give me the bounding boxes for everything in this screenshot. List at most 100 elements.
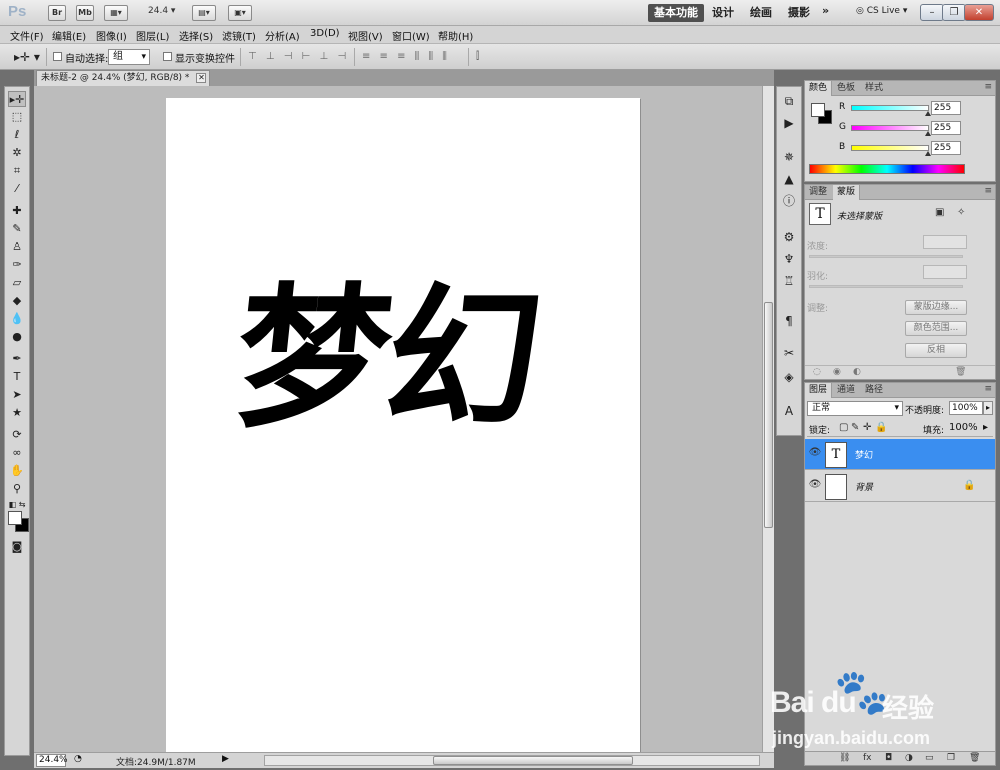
zoom-tool-icon[interactable]: ⚲ xyxy=(8,481,26,497)
more-workspaces-icon[interactable]: » xyxy=(816,4,835,22)
lock-position-icon[interactable]: ✛ xyxy=(863,422,871,433)
workspace-painting[interactable]: 绘画 xyxy=(744,4,778,22)
character-panel-icon[interactable]: A xyxy=(781,403,797,419)
tab-styles[interactable]: 样式 xyxy=(861,81,887,96)
canvas-text-layer[interactable]: 梦幻 xyxy=(226,234,549,457)
lock-all-icon[interactable]: 🔒 xyxy=(875,422,887,433)
magic-wand-tool-icon[interactable]: ✲ xyxy=(8,145,26,161)
actions-panel-icon[interactable]: ▶ xyxy=(781,115,797,131)
blend-mode-select[interactable]: 正常 xyxy=(807,401,903,416)
scrollbar-thumb[interactable] xyxy=(764,302,773,528)
foreground-color-swatch[interactable] xyxy=(811,103,825,117)
align-buttons-icon[interactable]: ⊤ ⊥ ⊣ ⊢ ⊥ ⊣ xyxy=(248,51,349,62)
animation-panel-icon[interactable]: ◈ xyxy=(781,369,797,385)
tool-presets-icon[interactable]: ♖ xyxy=(781,273,797,289)
load-selection-icon[interactable]: ◌ xyxy=(813,367,821,377)
fill-input[interactable]: 100% xyxy=(949,422,978,433)
history-brush-tool-icon[interactable]: ✑ xyxy=(8,257,26,273)
opacity-input[interactable]: 100% xyxy=(949,401,983,415)
panel-menu-icon[interactable]: ≡ xyxy=(984,384,992,394)
eyedropper-tool-icon[interactable]: ⁄ xyxy=(8,181,26,197)
type-tool-icon[interactable]: T xyxy=(8,369,26,385)
workspace-essentials[interactable]: 基本功能 xyxy=(648,4,704,22)
pixel-mask-icon[interactable]: ▣ xyxy=(935,207,944,218)
paragraph-panel-icon[interactable]: ¶ xyxy=(781,313,797,329)
menu-filter[interactable]: 滤镜(T) xyxy=(222,28,256,43)
tab-layers[interactable]: 图层 xyxy=(805,383,833,398)
path-selection-tool-icon[interactable]: ➤ xyxy=(8,387,26,403)
apply-mask-icon[interactable]: ◉ xyxy=(833,367,841,377)
menu-image[interactable]: 图像(I) xyxy=(96,28,127,43)
tab-masks[interactable]: 蒙版 xyxy=(833,185,861,200)
feather-slider[interactable] xyxy=(809,285,963,288)
menu-analysis[interactable]: 分析(A) xyxy=(265,28,300,43)
vector-mask-icon[interactable]: ✧ xyxy=(957,207,965,218)
layer-name[interactable]: 背景 xyxy=(855,480,873,493)
tab-swatches[interactable]: 色板 xyxy=(833,81,859,96)
screen-mode-icon[interactable]: ▣▾ xyxy=(228,5,252,21)
tab-channels[interactable]: 通道 xyxy=(833,383,859,398)
status-menu-icon[interactable]: ▶ xyxy=(222,754,229,764)
slider-track[interactable] xyxy=(851,125,929,131)
menu-view[interactable]: 视图(V) xyxy=(348,28,383,43)
navigator-panel-icon[interactable]: ✵ xyxy=(781,149,797,165)
history-panel-icon[interactable]: ⧉ xyxy=(781,93,797,109)
auto-select-checkbox[interactable] xyxy=(53,52,62,61)
visibility-eye-icon[interactable]: 👁 xyxy=(808,479,822,493)
scrollbar-thumb[interactable] xyxy=(433,756,633,765)
crop-tool-icon[interactable]: ⌗ xyxy=(8,163,26,179)
invert-button[interactable]: 反相 xyxy=(905,343,967,358)
menu-window[interactable]: 窗口(W) xyxy=(392,28,430,43)
menu-select[interactable]: 选择(S) xyxy=(179,28,213,43)
horizontal-scrollbar[interactable] xyxy=(264,755,760,766)
info-panel-icon[interactable]: ⓘ xyxy=(781,193,797,209)
workspace-photography[interactable]: 摄影 xyxy=(782,4,816,22)
density-input[interactable] xyxy=(923,235,967,249)
mini-bridge-button[interactable]: Mb xyxy=(76,5,94,21)
foreground-color-swatch[interactable] xyxy=(8,511,22,525)
auto-select-dropdown[interactable]: 组 xyxy=(108,49,150,65)
zoom-level-select[interactable]: 24.4 ▾ xyxy=(148,6,175,16)
menu-3d[interactable]: 3D(D) xyxy=(310,28,340,39)
panel-menu-icon[interactable]: ≡ xyxy=(984,186,992,196)
distribute-buttons-icon[interactable]: ≡ ≡ ≡ ⫼ ⫼ ⫼ xyxy=(362,51,450,62)
document-canvas[interactable]: 梦幻 xyxy=(166,98,640,752)
zoom-field[interactable]: 24.4% xyxy=(36,754,68,767)
auto-align-icon[interactable]: ⫿ xyxy=(476,51,482,62)
3d-panel-icon[interactable]: ✂ xyxy=(781,345,797,361)
move-tool-icon[interactable]: ▸✛ xyxy=(8,91,26,107)
arrange-documents-icon[interactable]: ▤▾ xyxy=(192,5,216,21)
workspace-design[interactable]: 设计 xyxy=(706,4,740,22)
brush-tool-icon[interactable]: ✎ xyxy=(8,221,26,237)
shape-tool-icon[interactable]: ★ xyxy=(8,405,26,421)
stamp-tool-icon[interactable]: ♙ xyxy=(8,239,26,255)
density-slider[interactable] xyxy=(809,255,963,258)
cs-live-menu[interactable]: ◎ CS Live ▾ xyxy=(856,6,907,16)
lasso-tool-icon[interactable]: ℓ xyxy=(8,127,26,143)
tab-color[interactable]: 颜色 xyxy=(805,81,833,96)
blur-tool-icon[interactable]: 💧 xyxy=(8,311,26,327)
mask-edge-button[interactable]: 蒙版边缘... xyxy=(905,300,967,315)
menu-file[interactable]: 文件(F) xyxy=(10,28,44,43)
pen-tool-icon[interactable]: ✒ xyxy=(8,351,26,367)
bridge-button[interactable]: Br xyxy=(48,5,66,21)
3d-rotate-tool-icon[interactable]: ⟳ xyxy=(8,427,26,443)
panel-menu-icon[interactable]: ≡ xyxy=(984,82,992,92)
tab-adjustments[interactable]: 调整 xyxy=(805,185,831,200)
close-icon[interactable]: ✕ xyxy=(964,4,994,21)
layer-name[interactable]: 梦幻 xyxy=(855,448,873,461)
3d-orbit-tool-icon[interactable]: ∞ xyxy=(8,445,26,461)
menu-layer[interactable]: 图层(L) xyxy=(136,28,169,43)
bucket-tool-icon[interactable]: ◆ xyxy=(8,293,26,309)
brush-presets-icon[interactable]: ⚙ xyxy=(781,229,797,245)
channel-value-input[interactable]: 255 xyxy=(931,121,961,135)
channel-value-input[interactable]: 255 xyxy=(931,101,961,115)
close-icon[interactable]: ✕ xyxy=(196,73,207,83)
document-tab[interactable]: 未标题-2 @ 24.4% (梦幻, RGB/8) * ✕ xyxy=(36,70,211,86)
marquee-tool-icon[interactable]: ⬚ xyxy=(8,109,26,125)
layer-row-background[interactable]: 👁 背景 🔒 xyxy=(805,471,995,502)
tab-paths[interactable]: 路径 xyxy=(861,383,887,398)
color-spectrum[interactable] xyxy=(809,164,965,174)
opacity-arrow-icon[interactable]: ▸ xyxy=(983,401,993,415)
menu-edit[interactable]: 编辑(E) xyxy=(52,28,86,43)
